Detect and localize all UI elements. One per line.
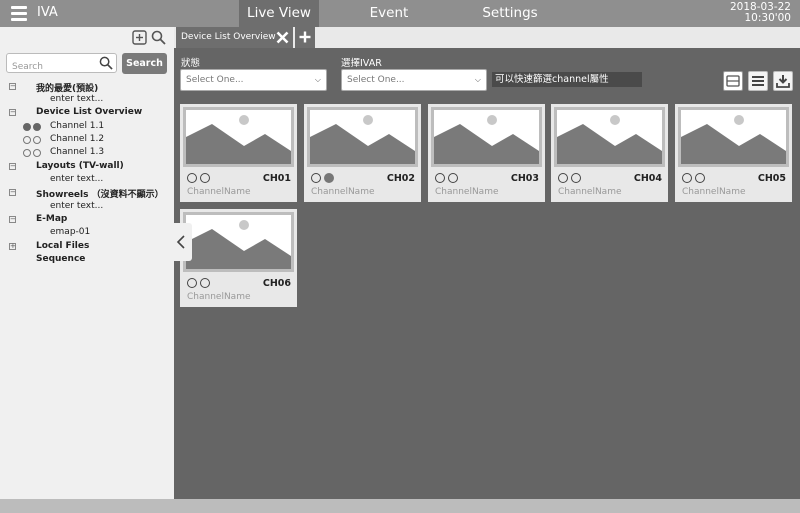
status-indicators (682, 173, 705, 183)
top-bar: IVA Live View Event Settings 2018-03-22 … (0, 0, 800, 27)
channel-name: ChannelName (558, 187, 622, 197)
chevron-down-icon: ⌵ (314, 75, 321, 84)
channel-number: CH03 (510, 173, 539, 184)
nav-tab-event[interactable]: Event (349, 0, 429, 27)
channel-status-icons (23, 136, 41, 144)
channel-card[interactable]: CH04 ChannelName (551, 104, 668, 202)
channel-name: ChannelName (187, 292, 251, 302)
add-tab-button[interactable] (295, 27, 315, 48)
sidebar-tools (132, 30, 166, 46)
download-icon (776, 75, 790, 88)
app-root: IVA Live View Event Settings 2018-03-22 … (0, 0, 800, 513)
thumbnail-placeholder-icon (307, 107, 418, 167)
nav-tab-settings[interactable]: Settings (470, 0, 550, 27)
status-indicators (311, 173, 334, 183)
channel-name: ChannelName (311, 187, 375, 197)
status-indicators (187, 278, 210, 288)
datetime: 2018-03-22 10:30'00 (730, 2, 791, 24)
channel-number: CH04 (633, 173, 662, 184)
channel-name: ChannelName (187, 187, 251, 197)
search-input[interactable] (7, 58, 95, 76)
filter-hint: 可以快速篩選channel屬性 (492, 72, 642, 87)
nav-tab-live-view[interactable]: Live View (239, 0, 319, 27)
collapse-icon[interactable]: − (9, 83, 16, 90)
channel-name: ChannelName (435, 187, 499, 197)
channel-status-icons (23, 123, 41, 131)
channel-card[interactable]: CH01 ChannelName (180, 104, 297, 202)
download-button[interactable] (773, 71, 793, 91)
search-button[interactable]: Search (122, 53, 167, 74)
plus-icon (299, 31, 311, 43)
channel-number: CH01 (262, 173, 291, 184)
status-select[interactable]: Select One... ⌵ (180, 69, 327, 91)
add-square-icon[interactable] (132, 30, 147, 45)
thumbnail-placeholder-icon (678, 107, 789, 167)
collapse-icon[interactable]: − (9, 109, 16, 116)
channel-card[interactable]: CH03 ChannelName (428, 104, 545, 202)
chevron-down-icon: ⌵ (474, 75, 481, 84)
channel-card[interactable]: CH02 ChannelName (304, 104, 421, 202)
search-icon[interactable] (151, 30, 166, 45)
channel-status-icons (23, 149, 41, 157)
view-controls (723, 71, 793, 91)
expand-icon[interactable]: + (9, 243, 16, 250)
channel-number: CH05 (757, 173, 786, 184)
channel-name: ChannelName (682, 187, 746, 197)
grid-view-icon (726, 75, 740, 87)
grid-view-button[interactable] (723, 71, 743, 91)
channel-number: CH06 (262, 278, 291, 289)
list-view-icon (752, 76, 764, 86)
time-text: 10:30'00 (744, 12, 791, 24)
tab-label: Device List Overview (181, 32, 276, 42)
search-icon (99, 56, 113, 70)
collapse-icon[interactable]: − (9, 189, 16, 196)
hamburger-menu-icon[interactable] (11, 6, 27, 21)
list-view-button[interactable] (748, 71, 768, 91)
thumbnail-placeholder-icon (183, 212, 294, 272)
collapse-icon[interactable]: − (9, 163, 16, 170)
sidebar: Search − 我的最愛(預設) enter text... − Device… (0, 27, 174, 499)
channel-card[interactable]: CH05 ChannelName (675, 104, 792, 202)
chevron-left-icon (176, 235, 185, 249)
status-indicators (435, 173, 458, 183)
close-icon[interactable] (276, 31, 289, 44)
status-indicators (558, 173, 581, 183)
status-indicators (187, 173, 210, 183)
search-box (6, 53, 117, 76)
ivar-select[interactable]: Select One... ⌵ (341, 69, 487, 91)
collapse-icon[interactable]: − (9, 216, 16, 223)
main-panel: Device List Overview 狀態 Select One... ⌵ … (174, 27, 800, 499)
status-filter-label: 狀態 (181, 58, 201, 69)
channel-card[interactable]: CH06 ChannelName (180, 209, 297, 307)
thumbnail-placeholder-icon (554, 107, 665, 167)
channel-number: CH02 (386, 173, 415, 184)
thumbnail-placeholder-icon (431, 107, 542, 167)
tab-bar: Device List Overview (174, 27, 800, 48)
ivar-filter-label: 選擇IVAR (341, 58, 382, 69)
app-title: IVA (37, 5, 58, 20)
sidebar-collapse-button[interactable] (170, 223, 192, 261)
thumbnail-placeholder-icon (183, 107, 294, 167)
